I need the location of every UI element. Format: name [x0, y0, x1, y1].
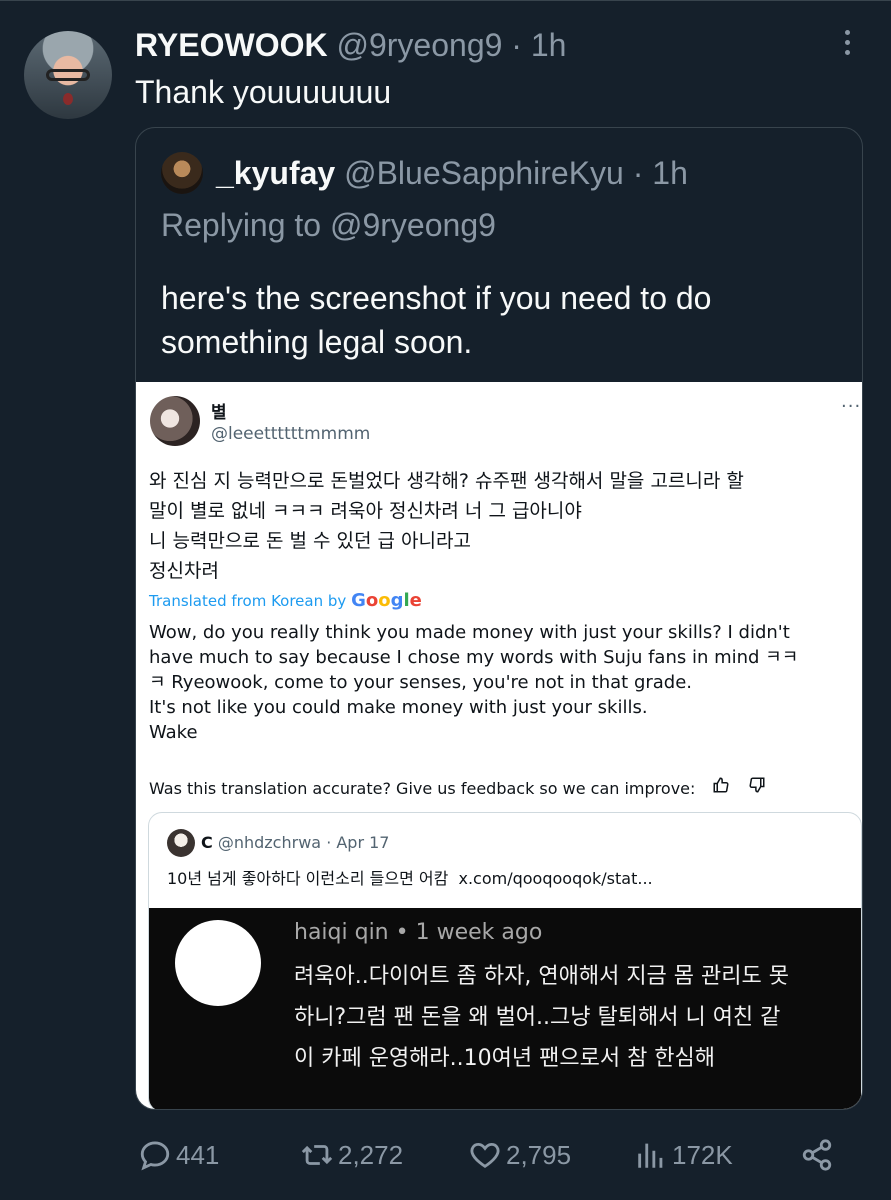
like-button[interactable]: 2,795 [468, 1138, 571, 1172]
inner-quote-text: 10년 넘게 좋아하다 이런소리 들으면 어캄 x.com/qooqooqok/… [167, 869, 653, 888]
screenshot-korean-text: 와 진심 지 능력만으로 돈벌었다 생각해? 슈주팬 생각해서 말을 고르니라 … [149, 470, 744, 582]
commenter-avatar [175, 920, 261, 1006]
quoted-handle[interactable]: @BlueSapphireKyu [344, 155, 624, 191]
views-icon [638, 1143, 663, 1168]
action-bar: 441 2,272 2,795 172K [0, 1138, 891, 1178]
tweet-header: RYEOWOOK @9ryeong9 · 1h [135, 27, 567, 63]
reply-icon [140, 1141, 170, 1171]
screenshot-translation: Wow, do you really think you made money … [149, 622, 799, 743]
screenshot-name: 별 [211, 403, 227, 423]
inner-quote-header: C @nhdzchrwa · Apr 17 [201, 833, 390, 852]
retweet-button[interactable]: 2,272 [300, 1138, 403, 1172]
quoted-text: here's the screenshot if you need to do … [161, 280, 712, 360]
like-count: 2,795 [506, 1139, 572, 1170]
inner-quote-link: x.com/qooqooqok/stat... [458, 869, 653, 888]
screenshot-handle: @leeettttttmmmm [211, 424, 371, 444]
like-icon [470, 1142, 500, 1168]
avatar-glasses [46, 69, 90, 81]
retweet-icon [301, 1145, 333, 1165]
quoted-name[interactable]: _kyufay [216, 155, 335, 191]
comment-meta: haiqi qin • 1 week ago [294, 920, 543, 945]
author-handle[interactable]: @9ryeong9 [336, 27, 502, 63]
google-logo: Google [351, 590, 422, 611]
quoted-tweet[interactable]: _kyufay @BlueSapphireKyu · 1h Replying t… [135, 127, 863, 1110]
translated-label: Translated from Korean by Google [149, 590, 422, 611]
avatar-mouth [63, 93, 73, 105]
author-name[interactable]: RYEOWOOK [135, 27, 328, 63]
author-avatar[interactable] [24, 31, 112, 119]
quoted-time[interactable]: 1h [652, 155, 688, 191]
quoted-avatar[interactable] [161, 152, 203, 194]
translation-feedback: Was this translation accurate? Give us f… [149, 776, 766, 799]
views-count: 172K [672, 1139, 733, 1170]
reply-count: 441 [176, 1139, 220, 1170]
reply-button[interactable]: 441 [138, 1138, 219, 1172]
top-divider [0, 0, 891, 1]
inner-quote-avatar [167, 829, 195, 857]
screenshot-avatar [150, 396, 200, 446]
share-icon [802, 1139, 832, 1171]
views-button[interactable]: 172K [634, 1138, 733, 1172]
screenshot-more-icon: ··· [841, 396, 862, 417]
replying-to[interactable]: Replying to @9ryeong9 [161, 207, 496, 244]
inner-quoted-tweet: C @nhdzchrwa · Apr 17 10년 넘게 좋아하다 이런소리 들… [148, 812, 862, 1109]
retweet-count: 2,272 [338, 1139, 404, 1170]
share-button[interactable] [800, 1138, 838, 1172]
attached-screenshot[interactable]: 별 @leeettttttmmmm ··· 와 진심 지 능력만으로 돈벌었다 … [136, 382, 862, 1109]
more-icon[interactable] [840, 30, 854, 64]
thumbs-up-icon [712, 776, 730, 799]
comment-text: 려욱아..다이어트 좀 하자, 연애해서 지금 몸 관리도 못 하니?그럼 팬 … [294, 964, 789, 1071]
quoted-header: _kyufay @BlueSapphireKyu · 1h [216, 155, 688, 191]
thumbs-down-icon [748, 776, 766, 799]
tweet-text: Thank youuuuuuu [135, 74, 392, 110]
inner-quote-media: haiqi qin • 1 week ago 려욱아..다이어트 좀 하자, 연… [149, 908, 861, 1109]
tweet-time[interactable]: 1h [531, 27, 567, 63]
